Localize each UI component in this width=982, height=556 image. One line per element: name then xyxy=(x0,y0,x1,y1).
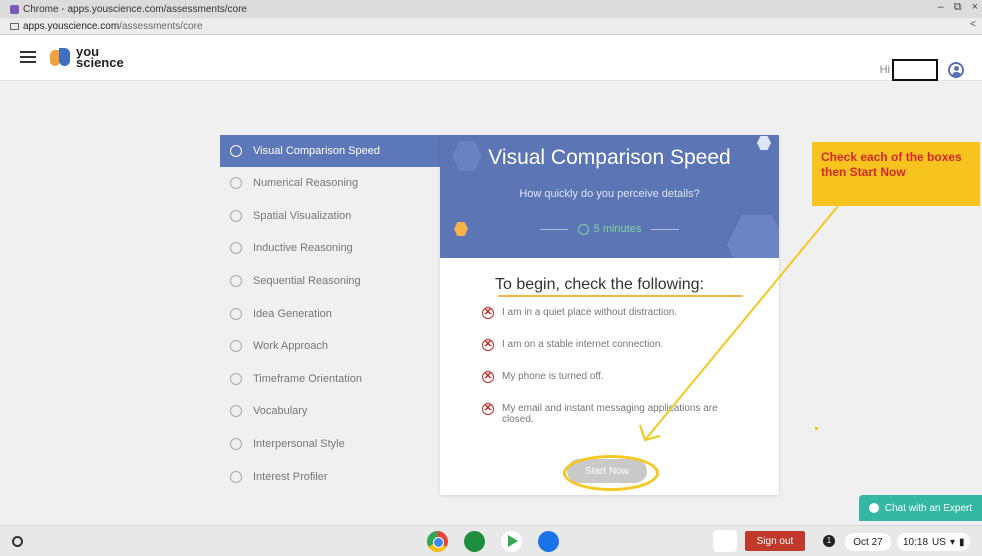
launcher-icon[interactable] xyxy=(12,536,23,547)
play-store-icon[interactable] xyxy=(501,531,522,552)
wifi-icon: ▾ xyxy=(949,536,955,548)
notification-badge[interactable]: 1 xyxy=(823,535,835,547)
os-taskbar: Sign out 1 Oct 27 10:18 US ▾ ▮ xyxy=(0,525,982,556)
annotation-arrow xyxy=(639,205,839,442)
sign-out-button[interactable]: Sign out xyxy=(745,531,805,551)
status-tray[interactable]: 10:18 US ▾ ▮ xyxy=(897,533,971,551)
chrome-icon[interactable] xyxy=(427,531,448,552)
clock-time: 10:18 xyxy=(903,536,929,548)
battery-icon: ▮ xyxy=(958,536,965,548)
files-icon[interactable] xyxy=(538,531,559,552)
chat-label: Chat with an Expert xyxy=(884,502,973,514)
annotation-dot xyxy=(815,427,818,430)
app-shelf xyxy=(427,531,559,552)
date-pill[interactable]: Oct 27 xyxy=(845,533,891,551)
chat-with-expert-button[interactable]: Chat with an Expert xyxy=(859,495,982,521)
user-icon xyxy=(868,503,879,513)
annotation-note: Check each of the boxes then Start Now xyxy=(812,142,980,206)
classroom-icon[interactable] xyxy=(464,531,485,552)
region-text: US xyxy=(932,536,946,548)
tray-thumbnail-icon[interactable] xyxy=(713,530,737,552)
